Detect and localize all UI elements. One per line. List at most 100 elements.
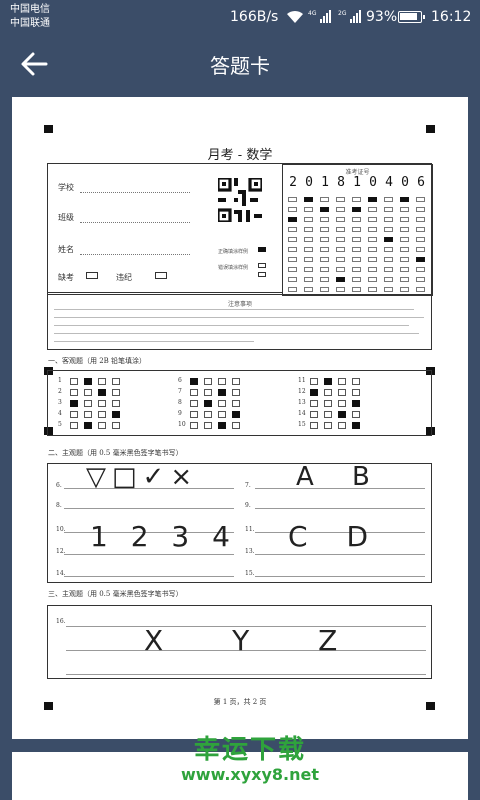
option-bubble-b[interactable] <box>84 422 92 429</box>
option-bubble-d[interactable] <box>352 389 360 396</box>
exam-number-bubble[interactable] <box>336 287 345 292</box>
option-bubble-d[interactable] <box>112 389 120 396</box>
option-bubble-a[interactable] <box>70 378 78 385</box>
option-bubble-d[interactable] <box>232 422 240 429</box>
exam-number-bubble[interactable] <box>384 277 393 282</box>
exam-number-bubble[interactable] <box>400 197 409 202</box>
option-bubble-c[interactable] <box>98 422 106 429</box>
exam-number-bubble[interactable] <box>400 237 409 242</box>
absent-box[interactable] <box>86 272 98 279</box>
answer-sheet-page[interactable]: 月考 - 数学 学校 班级 姓名 缺考 违纪 正确填涂样例 错误填涂样例 准考证… <box>12 97 468 739</box>
exam-number-bubble[interactable] <box>368 217 377 222</box>
exam-number-bubble[interactable] <box>336 267 345 272</box>
exam-number-bubble[interactable] <box>352 207 361 212</box>
exam-number-bubble[interactable] <box>416 217 425 222</box>
exam-number-bubble[interactable] <box>304 227 313 232</box>
exam-number-bubble[interactable] <box>416 227 425 232</box>
exam-number-bubble[interactable] <box>320 237 329 242</box>
exam-number-bubble[interactable] <box>400 287 409 292</box>
exam-number-bubble[interactable] <box>368 277 377 282</box>
exam-number-bubble[interactable] <box>416 237 425 242</box>
option-bubble-c[interactable] <box>338 400 346 407</box>
exam-number-bubble[interactable] <box>384 237 393 242</box>
option-bubble-d[interactable] <box>112 422 120 429</box>
exam-number-bubble[interactable] <box>336 237 345 242</box>
exam-number-bubble[interactable] <box>416 257 425 262</box>
option-bubble-d[interactable] <box>112 378 120 385</box>
option-bubble-a[interactable] <box>310 422 318 429</box>
exam-number-bubble[interactable] <box>288 217 297 222</box>
exam-number-bubble[interactable] <box>416 277 425 282</box>
exam-number-bubble[interactable] <box>416 207 425 212</box>
exam-number-bubble[interactable] <box>352 277 361 282</box>
option-bubble-d[interactable] <box>232 378 240 385</box>
exam-number-bubble[interactable] <box>400 207 409 212</box>
option-bubble-c[interactable] <box>338 422 346 429</box>
option-bubble-a[interactable] <box>190 389 198 396</box>
option-bubble-b[interactable] <box>204 400 212 407</box>
option-bubble-b[interactable] <box>204 422 212 429</box>
exam-number-bubble[interactable] <box>288 247 297 252</box>
option-bubble-d[interactable] <box>232 411 240 418</box>
option-bubble-c[interactable] <box>98 389 106 396</box>
exam-number-bubble[interactable] <box>384 227 393 232</box>
exam-number-bubble[interactable] <box>384 247 393 252</box>
exam-number-bubble[interactable] <box>288 277 297 282</box>
option-bubble-d[interactable] <box>352 422 360 429</box>
option-bubble-b[interactable] <box>84 378 92 385</box>
exam-number-bubble[interactable] <box>352 287 361 292</box>
exam-number-bubble[interactable] <box>304 257 313 262</box>
exam-number-bubble[interactable] <box>320 207 329 212</box>
exam-number-bubble[interactable] <box>384 207 393 212</box>
exam-number-bubble[interactable] <box>336 217 345 222</box>
option-bubble-b[interactable] <box>84 411 92 418</box>
option-bubble-b[interactable] <box>204 378 212 385</box>
option-bubble-b[interactable] <box>204 389 212 396</box>
option-bubble-a[interactable] <box>190 378 198 385</box>
option-bubble-b[interactable] <box>324 378 332 385</box>
option-bubble-a[interactable] <box>310 389 318 396</box>
exam-number-bubble[interactable] <box>320 227 329 232</box>
option-bubble-b[interactable] <box>324 411 332 418</box>
exam-number-bubble[interactable] <box>352 247 361 252</box>
exam-number-bubble[interactable] <box>336 257 345 262</box>
exam-number-bubble[interactable] <box>368 247 377 252</box>
exam-number-bubble[interactable] <box>288 197 297 202</box>
exam-number-bubble[interactable] <box>320 257 329 262</box>
exam-number-bubble[interactable] <box>320 217 329 222</box>
exam-number-bubble[interactable] <box>384 267 393 272</box>
option-bubble-c[interactable] <box>98 411 106 418</box>
option-bubble-a[interactable] <box>310 411 318 418</box>
option-bubble-a[interactable] <box>190 400 198 407</box>
exam-number-bubble[interactable] <box>384 287 393 292</box>
option-bubble-c[interactable] <box>218 400 226 407</box>
option-bubble-b[interactable] <box>84 400 92 407</box>
exam-number-bubble[interactable] <box>368 227 377 232</box>
option-bubble-a[interactable] <box>70 389 78 396</box>
exam-number-bubble[interactable] <box>320 267 329 272</box>
exam-number-bubble[interactable] <box>352 217 361 222</box>
exam-number-bubble[interactable] <box>368 257 377 262</box>
exam-number-bubble[interactable] <box>320 287 329 292</box>
exam-number-bubble[interactable] <box>304 247 313 252</box>
exam-number-bubble[interactable] <box>288 237 297 242</box>
exam-number-bubble[interactable] <box>288 257 297 262</box>
option-bubble-b[interactable] <box>324 422 332 429</box>
exam-number-bubble[interactable] <box>368 237 377 242</box>
option-bubble-a[interactable] <box>190 422 198 429</box>
exam-number-bubble[interactable] <box>336 227 345 232</box>
option-bubble-c[interactable] <box>98 378 106 385</box>
exam-number-bubble[interactable] <box>288 227 297 232</box>
option-bubble-a[interactable] <box>190 411 198 418</box>
option-bubble-c[interactable] <box>338 389 346 396</box>
option-bubble-a[interactable] <box>70 422 78 429</box>
exam-number-bubble[interactable] <box>320 247 329 252</box>
option-bubble-b[interactable] <box>84 389 92 396</box>
exam-number-bubble[interactable] <box>352 227 361 232</box>
exam-number-bubble[interactable] <box>400 247 409 252</box>
option-bubble-c[interactable] <box>218 411 226 418</box>
exam-number-bubble[interactable] <box>368 207 377 212</box>
exam-number-bubble[interactable] <box>336 197 345 202</box>
exam-number-bubble[interactable] <box>288 287 297 292</box>
exam-number-bubble[interactable] <box>304 277 313 282</box>
